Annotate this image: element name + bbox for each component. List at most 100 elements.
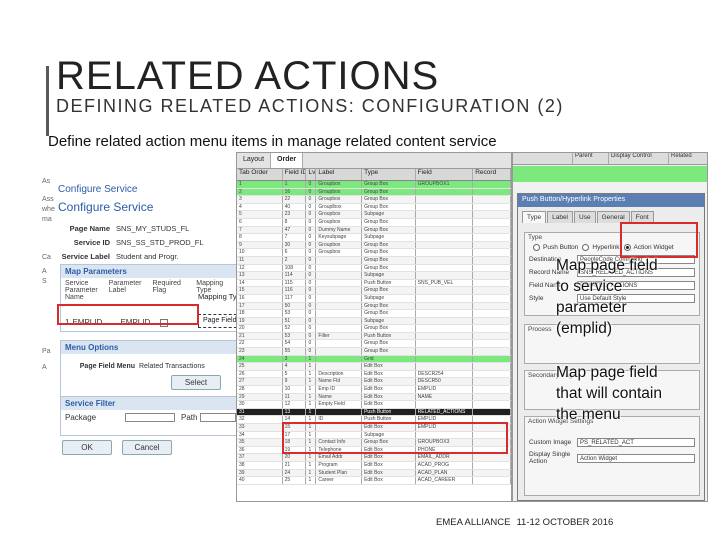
table-row[interactable]: 7 47 0 Dummy Name Group Box [237, 226, 511, 235]
table-row[interactable]: 29 11 1 Name Edit Box NAME [237, 393, 511, 402]
cell-tab-order: 32 [237, 416, 283, 423]
table-row[interactable]: 10 6 0 Groupbox Group Box [237, 249, 511, 257]
dialog-tab-use[interactable]: Use [574, 211, 596, 223]
table-row[interactable]: 13 114 0 Subpage [237, 272, 511, 280]
table-row[interactable]: 3 22 0 Groupbox Group Box [237, 196, 511, 204]
header-field-id[interactable]: Field ID [283, 169, 307, 180]
table-row[interactable]: 15 116 0 Group Box [237, 287, 511, 295]
cell-tab-order: 13 [237, 272, 283, 279]
cell-field: ACAD_PROG [416, 461, 474, 469]
table-row[interactable]: 21 53 0 Filter Push Button [237, 332, 511, 341]
custom-image-label: Custom Image [529, 439, 572, 446]
cell-field-id: 47 [283, 226, 307, 234]
title-accent-bar [46, 66, 49, 136]
cell-record [473, 196, 511, 203]
table-row[interactable]: 37 20 1 Email Addr Edit Box EMAIL_ADDR [237, 454, 511, 462]
package-input[interactable] [125, 413, 175, 422]
table-row[interactable]: 4 40 0 Grouplbox Group Box [237, 203, 511, 212]
tab-layout[interactable]: Layout [237, 153, 272, 168]
table-row[interactable]: 40 25 1 Career Edit Box ACAD_CAREER [237, 477, 511, 485]
cell-field: GROUPBOX1 [416, 181, 474, 188]
hyperlink-radio[interactable] [582, 244, 590, 251]
cell-level: 0 [306, 226, 317, 234]
table-row[interactable]: 23 55 0 Group Box [237, 348, 511, 356]
cell-level: 0 [306, 325, 317, 332]
grid-header: Tab Order Field ID Lvl Label Type Field … [237, 169, 511, 181]
ok-button[interactable]: OK [62, 440, 112, 455]
cell-record [473, 317, 511, 325]
table-row[interactable]: 31 13 1 Push Button RELATED_ACTIONS [237, 408, 511, 417]
cell-field [416, 234, 474, 241]
cell-tab-order: 23 [237, 348, 283, 355]
table-row[interactable]: 12 108 0 Group Box [237, 264, 511, 273]
table-row[interactable]: 30 12 1 Empty Field Edit Box [237, 401, 511, 409]
table-row[interactable]: 14 115 0 Push Button SNS_PUB_VEL [237, 279, 511, 288]
custom-image-input[interactable]: PS_RELATED_ACT [577, 438, 695, 447]
table-row[interactable]: 18 53 0 Group Box [237, 310, 511, 318]
table-row[interactable]: 19 51 0 Subpage [237, 317, 511, 326]
cell-record [473, 355, 511, 363]
table-row[interactable]: 20 52 0 Group Box [237, 325, 511, 333]
path-label: Path [181, 413, 198, 422]
table-row[interactable]: 22 54 0 Group Box [237, 340, 511, 349]
cell-tab-order: 16 [237, 294, 283, 302]
cell-label: Dummy Name [316, 226, 363, 234]
header-related[interactable]: Related [669, 153, 707, 164]
edge-text: A [42, 364, 47, 371]
table-row[interactable]: 39 24 1 Student Plan Edit Box ACAD_PLAN [237, 469, 511, 478]
dialog-tab-type[interactable]: Type [522, 211, 547, 223]
cell-type: Edit Box [362, 461, 416, 469]
path-input[interactable] [200, 413, 237, 422]
cell-label [316, 317, 363, 325]
cell-field-id: 51 [283, 317, 307, 325]
table-row[interactable]: 8 7 0 Keysubpage Subpage [237, 234, 511, 242]
header-display-control[interactable]: Display Control [609, 153, 669, 164]
cell-type: Edit Box [362, 386, 416, 393]
cell-label: Groupbox [316, 196, 363, 203]
cell-label: Program [316, 461, 363, 469]
configure-service-heading: Configure Service [58, 200, 154, 214]
callout-line: the menu [556, 406, 621, 423]
edge-text: Pa [42, 348, 51, 355]
header-record[interactable]: Record [473, 169, 511, 180]
header-tab-order[interactable]: Tab Order [237, 169, 283, 180]
table-row[interactable]: 11 2 0 Group Box [237, 256, 511, 265]
cell-field [416, 249, 474, 256]
table-row[interactable]: 25 4 1 Edit Box [237, 363, 511, 371]
service-label-label: Service Label [61, 252, 110, 261]
cell-record [473, 226, 511, 234]
table-row[interactable]: 38 21 1 Program Edit Box ACAD_PROG [237, 461, 511, 470]
cancel-button[interactable]: Cancel [122, 440, 172, 455]
cell-record [473, 287, 511, 294]
table-row[interactable]: 2 16 0 Groupbox Group Box [237, 188, 511, 197]
table-row[interactable]: 27 9 1 Name Fld Edit Box DESCR50 [237, 378, 511, 387]
table-row[interactable]: 16 117 0 Subpage [237, 294, 511, 303]
page-name-label: Page Name [69, 224, 110, 233]
header-parent[interactable]: Parent [573, 153, 609, 164]
push-button-radio-label: Push Button [543, 244, 579, 251]
table-row[interactable]: 17 50 0 Group Box [237, 302, 511, 311]
header-field[interactable]: Field [416, 169, 474, 180]
dialog-tab-label[interactable]: Label [547, 211, 573, 223]
push-button-radio[interactable] [533, 244, 540, 251]
cell-level: 1 [306, 469, 317, 477]
table-row[interactable]: 26 5 1 Description Edit Box DESCR254 [237, 370, 511, 379]
table-row[interactable]: 5 23 0 Groupbox Subpage [237, 211, 511, 219]
cell-level: 0 [306, 317, 317, 325]
cell-field: DESCR50 [416, 378, 474, 386]
cell-level: 0 [306, 272, 317, 279]
table-row[interactable]: 24 3 1 Grid [237, 355, 511, 364]
table-row[interactable]: 9 30 0 Groupbox Group Box [237, 241, 511, 250]
display-single-action-select[interactable]: Action Widget [577, 453, 695, 463]
header-label[interactable]: Label [316, 169, 363, 180]
cell-record [473, 454, 511, 461]
select-button[interactable]: Select [171, 375, 221, 390]
header-type[interactable]: Type [362, 169, 416, 180]
cell-type: Group Box [362, 196, 416, 203]
table-row[interactable]: 28 10 1 Emp ID Edit Box EMPLID [237, 386, 511, 394]
table-row[interactable]: 1 1 0 Groupbox Group Box GROUPBOX1 [237, 181, 511, 189]
table-row[interactable]: 6 8 0 Groupbox Group Box [237, 218, 511, 227]
header-level[interactable]: Lvl [306, 169, 317, 180]
tab-order[interactable]: Order [271, 153, 304, 168]
cell-field [416, 241, 474, 249]
